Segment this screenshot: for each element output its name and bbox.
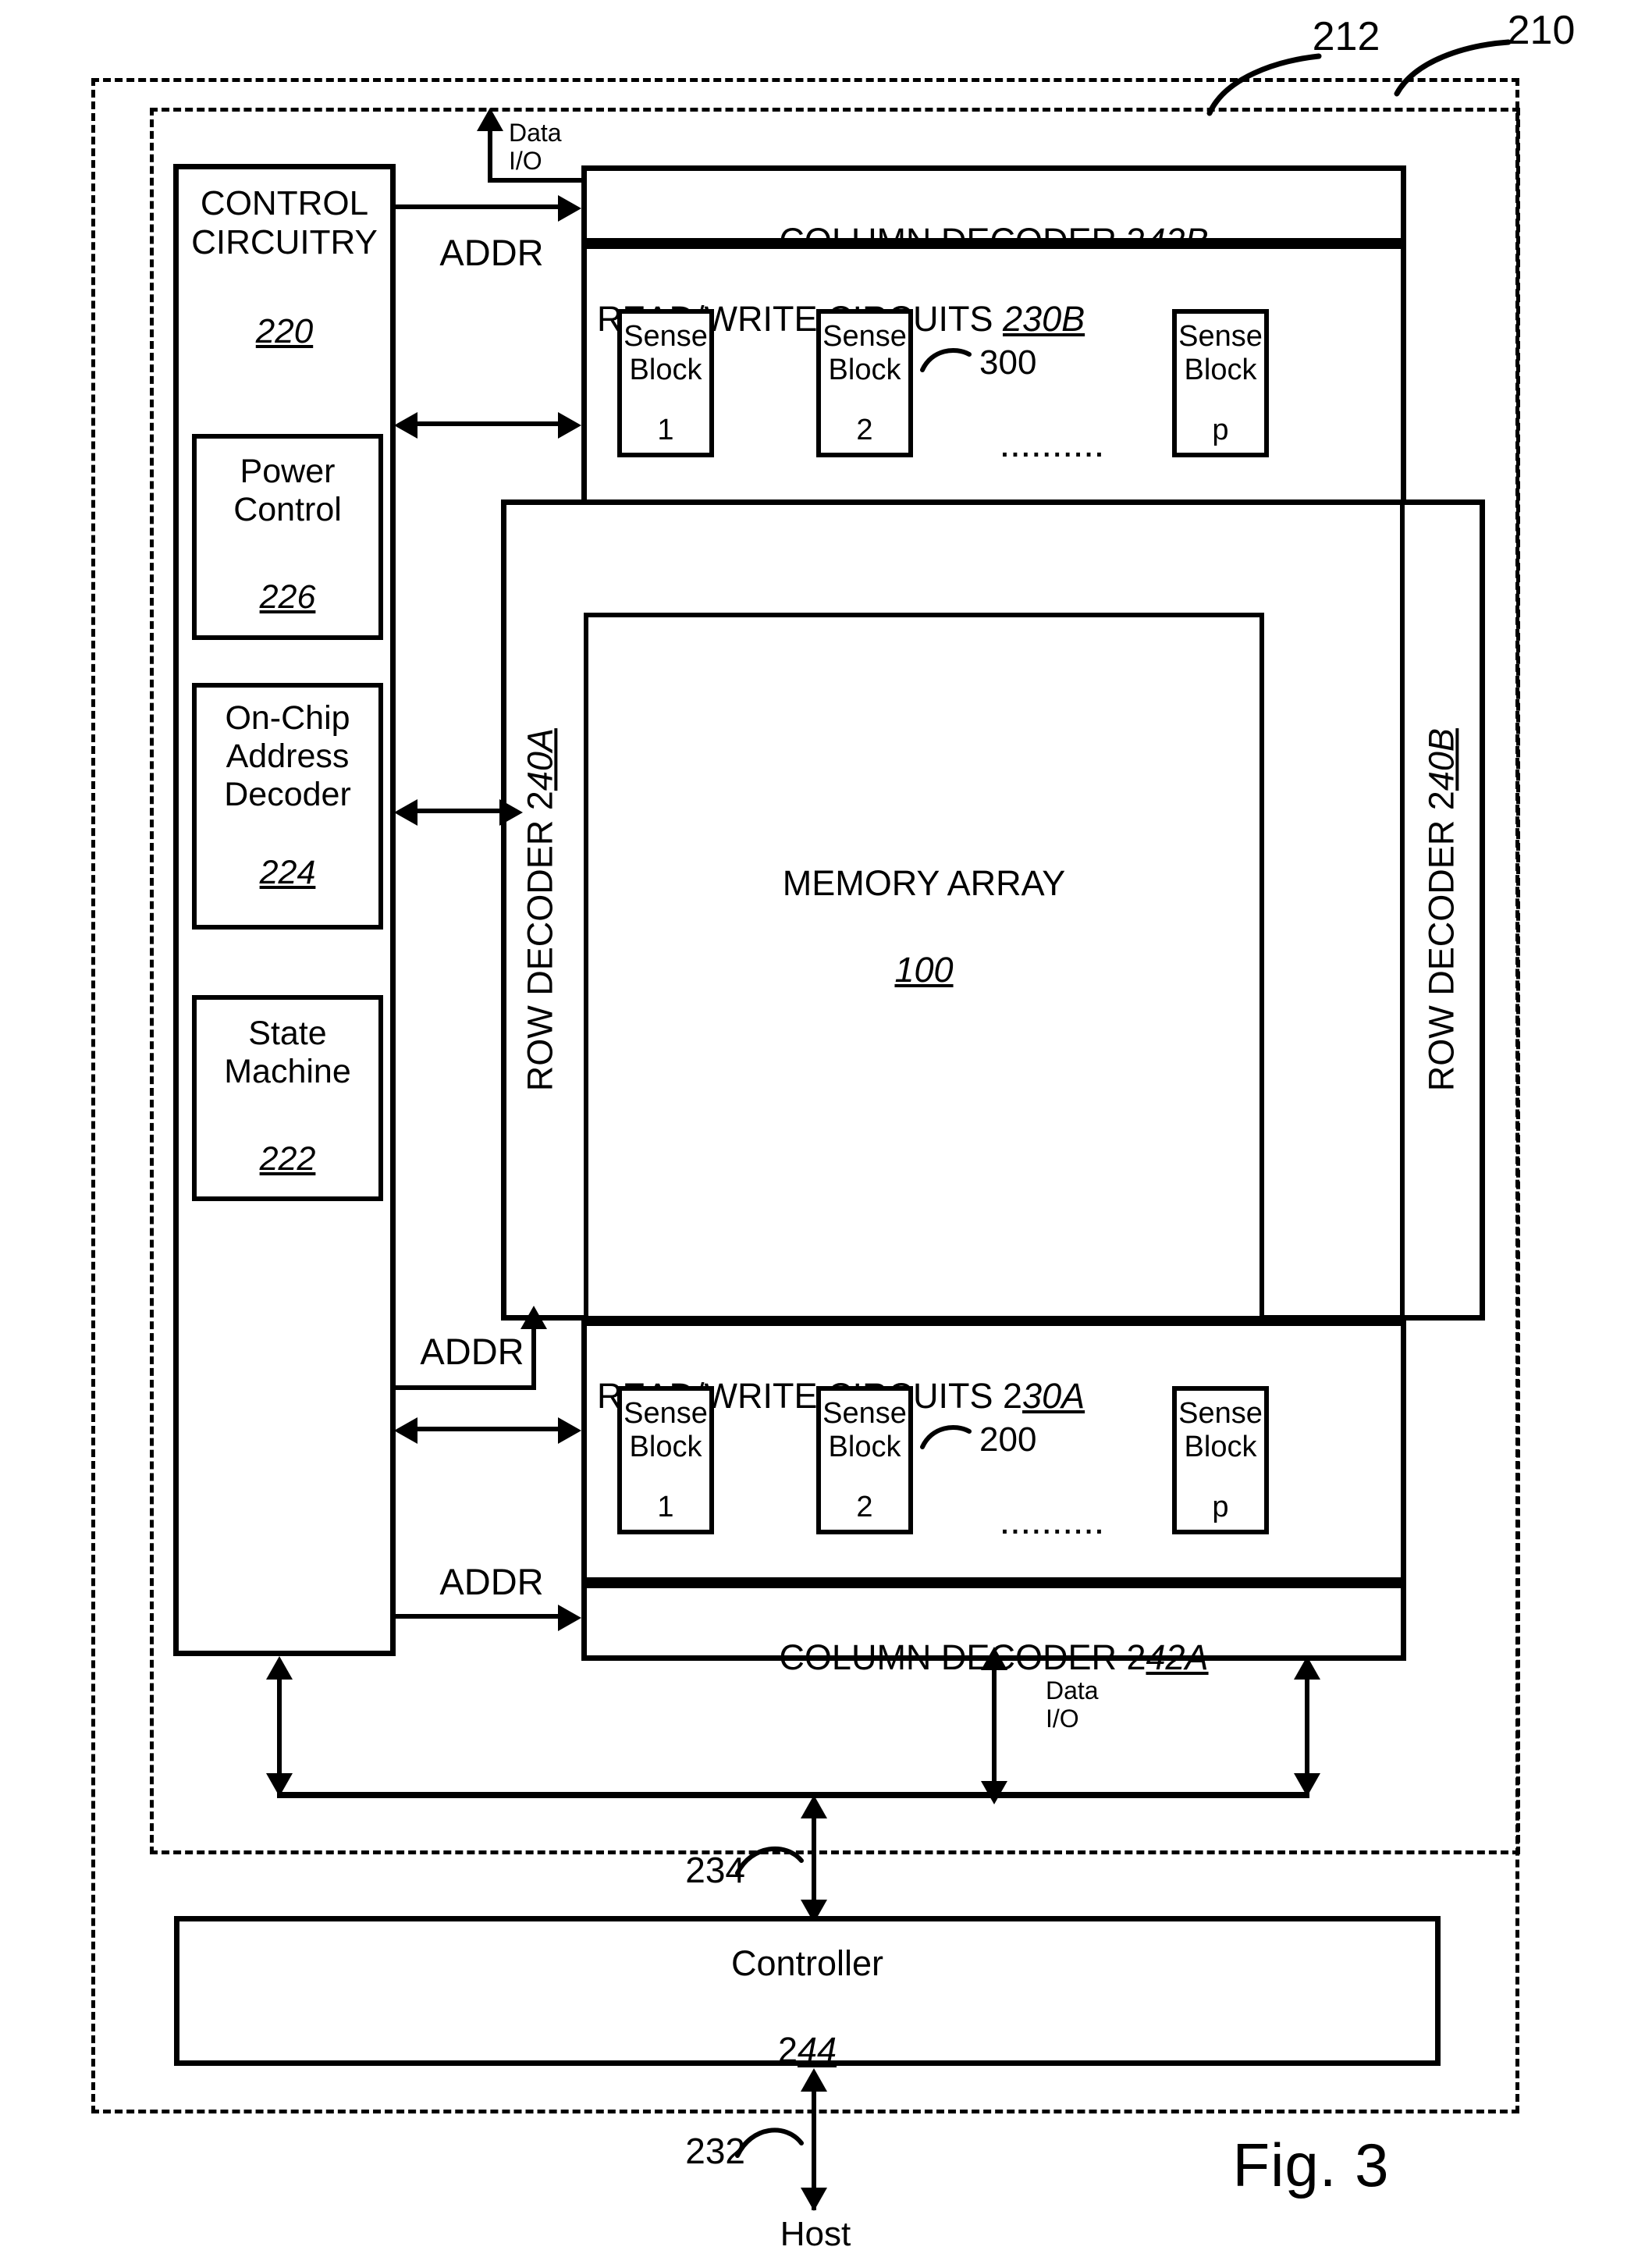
- state-machine-title-text: State Machine: [224, 1015, 351, 1091]
- row-decoder-240a-label: ROW DECODER 240A: [520, 728, 560, 1092]
- sense-block-a-ellipsis: ..........: [1000, 1510, 1107, 1540]
- ctrl-rowdec240a-arrow-left: [394, 799, 417, 826]
- ref-label-232: 232: [685, 2131, 745, 2171]
- data-io-top-riser: [488, 129, 492, 180]
- addr-mid-arrowhead: [521, 1306, 547, 1329]
- ref-label-300: 300: [979, 343, 1037, 382]
- controller-ref: 244: [777, 2030, 837, 2071]
- sense-block-b-2-index: 2: [856, 414, 873, 446]
- ctrl-bus-vertical: [277, 1672, 282, 1789]
- coldec-bus-vertical: [1305, 1672, 1309, 1789]
- ctrl-rw230b-arrow-right: [558, 412, 581, 439]
- control-circuitry-title: CONTROL CIRCUITRY: [173, 184, 396, 262]
- ref-label-212: 212: [1312, 14, 1380, 59]
- addr-bottom-label: ADDR: [439, 1561, 544, 1602]
- addr-top-arrowhead: [558, 195, 581, 222]
- ctrl-rw230b-arrow-left: [394, 412, 417, 439]
- on-chip-address-decoder-title-text: On-Chip Address Decoder: [224, 699, 351, 814]
- addr-bottom-line: [396, 1614, 560, 1619]
- data-io-top-arrowhead: [477, 108, 503, 131]
- controller-title: Controller: [730, 1943, 884, 1983]
- sense-block-b-1-index: 1: [657, 414, 674, 446]
- ref-label-200: 200: [979, 1420, 1037, 1459]
- sense-block-b-p-index: p: [1212, 414, 1229, 446]
- host-bus-arrow-up: [801, 2068, 827, 2092]
- host-label: Host: [780, 2215, 851, 2253]
- power-control-title-text: Power Control: [233, 453, 342, 529]
- sense-block-a-2-title: Sense Block: [822, 1397, 907, 1464]
- ctrl-rw230a-arrow-left: [394, 1417, 417, 1444]
- ctrl-rowdec240a-line: [415, 809, 507, 813]
- ctrl-rw230b-line: [415, 421, 565, 426]
- controller-bus-arrow-up: [801, 1795, 827, 1818]
- addr-mid-label: ADDR: [420, 1331, 524, 1372]
- addr-top-line: [396, 204, 560, 209]
- addr-top-label: ADDR: [439, 232, 544, 273]
- sense-block-a-p-title: Sense Block: [1178, 1397, 1263, 1464]
- memory-array-ref: 100: [894, 950, 954, 990]
- sense-block-a-1-index: 1: [657, 1491, 674, 1523]
- row-decoder-240a-strip[interactable]: ROW DECODER 240A: [501, 499, 584, 1321]
- data-io-bottom-arrow-up: [981, 1647, 1007, 1670]
- ref-label-234: 234: [685, 1850, 745, 1890]
- row-decoder-240b-strip[interactable]: ROW DECODER 240B: [1402, 499, 1485, 1321]
- sense-block-a-1-title: Sense Block: [624, 1397, 708, 1464]
- sense-block-b-2-title: Sense Block: [822, 320, 907, 387]
- sense-block-a-p-index: p: [1212, 1491, 1229, 1523]
- lead-line-232: [735, 2128, 804, 2158]
- row-decoder-240b-label: ROW DECODER 240B: [1421, 728, 1462, 1092]
- patent-figure-3: 212 210 CONTROL CIRCUITRY 220 Power Cont…: [0, 0, 1645, 2268]
- row-decoder-240b-divider: [1400, 499, 1405, 1321]
- ctrl-rowdec240a-arrow-right: [499, 799, 523, 826]
- control-circuitry-ref: 220: [255, 312, 314, 351]
- control-circuitry-title-text: CONTROL CIRCUITRY: [191, 184, 378, 262]
- sense-block-a-2-index: 2: [856, 1491, 873, 1523]
- addr-mid-line: [396, 1385, 536, 1390]
- data-io-bottom-label: Data I/O: [1046, 1676, 1099, 1733]
- bottom-bus-horizontal: [277, 1792, 1309, 1798]
- data-io-top-label: Data I/O: [509, 119, 562, 176]
- on-chip-address-decoder-title: On-Chip Address Decoder: [192, 699, 383, 814]
- sense-block-b-p-title: Sense Block: [1178, 320, 1263, 387]
- sense-block-b-ellipsis: ..........: [1000, 433, 1107, 463]
- power-control-title: Power Control: [192, 453, 383, 529]
- memory-array-title: MEMORY ARRAY: [782, 863, 1066, 903]
- coldec-bus-arrow-up: [1294, 1656, 1320, 1680]
- figure-caption: Fig. 3: [1232, 2131, 1390, 2199]
- ctrl-rw230a-line: [415, 1427, 565, 1431]
- lead-line-212: [1206, 53, 1322, 116]
- addr-bottom-arrowhead: [558, 1605, 581, 1631]
- lead-line-210: [1394, 39, 1512, 97]
- data-io-top-line: [488, 178, 585, 183]
- ref-label-210: 210: [1507, 8, 1576, 53]
- sense-block-b-1-title: Sense Block: [624, 320, 708, 387]
- power-control-ref: 226: [259, 578, 316, 617]
- ctrl-bus-arrow-up: [266, 1656, 293, 1680]
- host-bus-arrow-down: [801, 2188, 827, 2211]
- state-machine-title: State Machine: [192, 1015, 383, 1091]
- state-machine-ref: 222: [259, 1140, 316, 1178]
- data-io-bottom-line: [992, 1662, 997, 1795]
- lead-line-234: [735, 1847, 804, 1875]
- ctrl-rw230a-arrow-right: [558, 1417, 581, 1444]
- on-chip-address-decoder-ref: 224: [259, 854, 316, 892]
